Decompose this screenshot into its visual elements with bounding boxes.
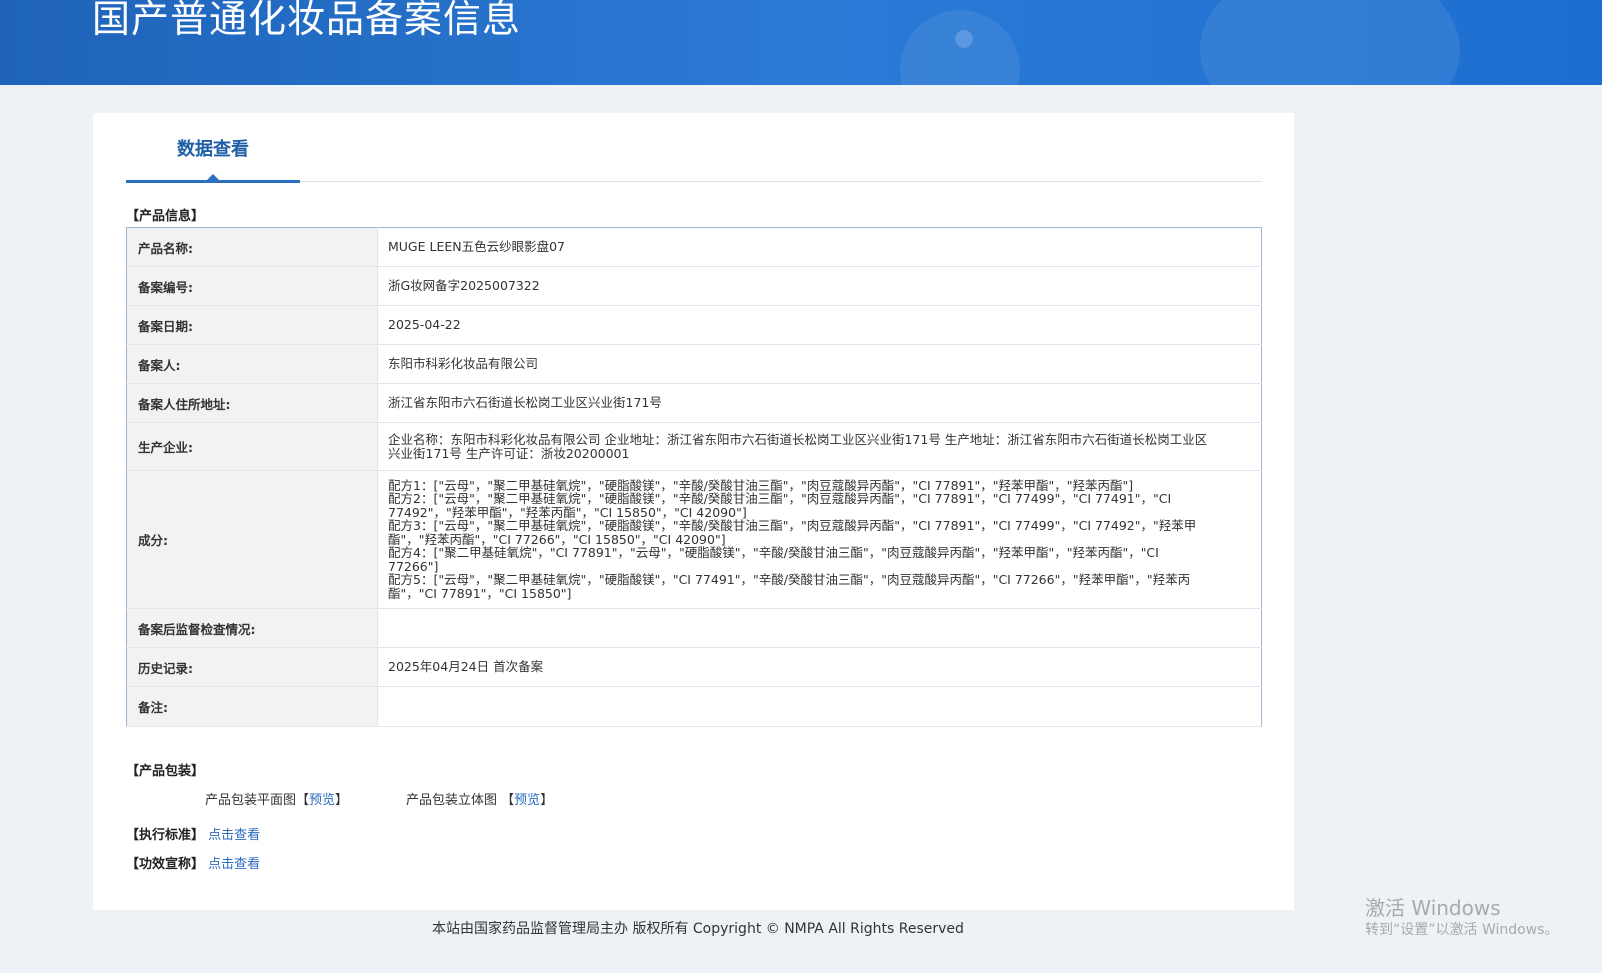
banner-decoration bbox=[955, 30, 973, 48]
row-label: 产品名称: bbox=[126, 227, 378, 267]
row-value: 企业名称：东阳市科彩化妆品有限公司 企业地址：浙江省东阳市六石街道长松岗工业区兴… bbox=[377, 422, 1262, 471]
row-label: 成分: bbox=[126, 470, 378, 609]
row-label: 历史记录: bbox=[126, 647, 378, 687]
banner-decoration bbox=[900, 10, 1020, 85]
row-label: 备案编号: bbox=[126, 266, 378, 306]
bracket-open: 【 bbox=[501, 793, 515, 808]
efficacy-row: 【功效宣称】 点击查看 bbox=[126, 853, 260, 872]
windows-activation-watermark: 激活 Windows 转到“设置”以激活 Windows。 bbox=[1365, 896, 1558, 940]
standard-row: 【执行标准】 点击查看 bbox=[126, 824, 260, 843]
page-title: 国产普通化妆品备案信息 bbox=[92, 0, 522, 41]
tab-caret-icon bbox=[207, 174, 219, 180]
table-row: 备案人: 东阳市科彩化妆品有限公司 bbox=[126, 344, 1262, 384]
watermark-title: 激活 Windows bbox=[1365, 896, 1501, 920]
package-solid-preview-link[interactable]: 预览 bbox=[514, 793, 540, 808]
ingredients-value: 配方1：["云母"，"聚二甲基硅氧烷"，"硬脂酸镁"，"辛酸/癸酸甘油三酯"，"… bbox=[377, 470, 1262, 609]
row-value: 2025年04月24日 首次备案 bbox=[377, 647, 1262, 687]
table-row: 生产企业: 企业名称：东阳市科彩化妆品有限公司 企业地址：浙江省东阳市六石街道长… bbox=[126, 422, 1262, 471]
table-row: 备案后监督检查情况: bbox=[126, 608, 1262, 648]
standard-view-link[interactable]: 点击查看 bbox=[208, 828, 260, 843]
row-value bbox=[377, 686, 1262, 727]
formula-line: 配方4：["聚二甲基硅氧烷"，"CI 77891"，"云母"，"硬脂酸镁"，"辛… bbox=[388, 545, 1159, 574]
row-value: 2025-04-22 bbox=[377, 305, 1262, 345]
table-row: 备注: bbox=[126, 686, 1262, 727]
formula-line: 配方2：["云母"，"聚二甲基硅氧烷"，"硬脂酸镁"，"辛酸/癸酸甘油三酯"，"… bbox=[388, 491, 1172, 520]
formula-line: 配方5：["云母"，"聚二甲基硅氧烷"，"硬脂酸镁"，"CI 77491"，"辛… bbox=[388, 572, 1191, 601]
formula-line: 配方3：["云母"，"聚二甲基硅氧烷"，"硬脂酸镁"，"辛酸/癸酸甘油三酯"，"… bbox=[388, 518, 1197, 547]
row-value: 浙江省东阳市六石街道长松岗工业区兴业街171号 bbox=[377, 383, 1262, 423]
row-label: 备注: bbox=[126, 686, 378, 727]
table-row: 备案人住所地址: 浙江省东阳市六石街道长松岗工业区兴业街171号 bbox=[126, 383, 1262, 423]
package-flat-row: 产品包装平面图【预览】 bbox=[205, 789, 348, 808]
bracket-open: 【 bbox=[296, 793, 310, 808]
banner-decoration bbox=[1200, 0, 1460, 85]
package-solid-label: 产品包装立体图 bbox=[406, 793, 498, 808]
row-value: MUGE LEEN五色云纱眼影盘07 bbox=[377, 227, 1262, 267]
package-flat-label: 产品包装平面图 bbox=[205, 793, 297, 808]
efficacy-view-link[interactable]: 点击查看 bbox=[208, 857, 260, 872]
package-flat-preview-link[interactable]: 预览 bbox=[309, 793, 335, 808]
row-label: 备案人: bbox=[126, 344, 378, 384]
row-value bbox=[377, 608, 1262, 648]
bracket-close: 】 bbox=[540, 793, 554, 808]
table-row: 历史记录: 2025年04月24日 首次备案 bbox=[126, 647, 1262, 687]
packaging-heading: 【产品包装】 bbox=[126, 764, 205, 779]
efficacy-label: 【功效宣称】 bbox=[126, 857, 205, 872]
row-label: 备案后监督检查情况: bbox=[126, 608, 378, 648]
standard-label: 【执行标准】 bbox=[126, 828, 205, 843]
bracket-close: 】 bbox=[335, 793, 349, 808]
watermark-subtitle: 转到“设置”以激活 Windows。 bbox=[1365, 922, 1559, 938]
header-banner: 国产普通化妆品备案信息 bbox=[0, 0, 1602, 85]
formula-line: 配方1：["云母"，"聚二甲基硅氧烷"，"硬脂酸镁"，"辛酸/癸酸甘油三酯"，"… bbox=[388, 477, 1134, 493]
package-solid-row: 产品包装立体图 【预览】 bbox=[406, 789, 553, 808]
product-info-heading: 【产品信息】 bbox=[126, 209, 205, 224]
product-info-table: 产品名称: MUGE LEEN五色云纱眼影盘07 备案编号: 浙G妆网备字202… bbox=[126, 227, 1262, 727]
row-label: 备案人住所地址: bbox=[126, 383, 378, 423]
table-row: 备案编号: 浙G妆网备字2025007322 bbox=[126, 266, 1262, 306]
content-card: 数据查看 【产品信息】 产品名称: MUGE LEEN五色云纱眼影盘07 备案编… bbox=[93, 113, 1294, 910]
row-label: 生产企业: bbox=[126, 422, 378, 471]
row-value: 浙G妆网备字2025007322 bbox=[377, 266, 1262, 306]
row-value: 东阳市科彩化妆品有限公司 bbox=[377, 344, 1262, 384]
table-row: 成分: 配方1：["云母"，"聚二甲基硅氧烷"，"硬脂酸镁"，"辛酸/癸酸甘油三… bbox=[126, 470, 1262, 609]
row-label: 备案日期: bbox=[126, 305, 378, 345]
footer-copyright: 本站由国家药品监督管理局主办 版权所有 Copyright © NMPA All… bbox=[432, 921, 964, 937]
table-row: 产品名称: MUGE LEEN五色云纱眼影盘07 bbox=[126, 227, 1262, 267]
tab-active-underline bbox=[126, 180, 300, 183]
table-row: 备案日期: 2025-04-22 bbox=[126, 305, 1262, 345]
